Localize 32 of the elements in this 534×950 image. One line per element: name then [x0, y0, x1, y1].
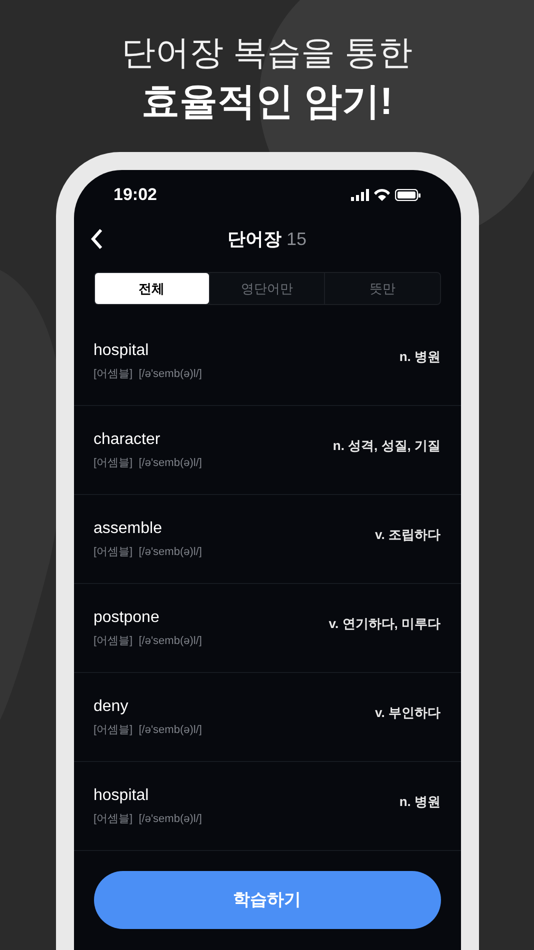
pronunciation-text: [어셈블] [/ə'semb(ə)l/] — [94, 456, 202, 471]
page-title: 단어장 — [227, 228, 282, 250]
signal-icon — [350, 189, 368, 201]
meaning-text: v. 조립하다 — [375, 526, 440, 544]
meaning-text: n. 성격, 성질, 기질 — [332, 437, 440, 456]
meaning-text: v. 부인하다 — [375, 704, 440, 722]
word-count: 15 — [286, 228, 307, 250]
filter-tab[interactable]: 뜻만 — [324, 273, 440, 304]
word-text: assemble — [94, 518, 163, 539]
back-icon — [90, 228, 104, 250]
back-button[interactable] — [90, 228, 104, 250]
meaning-text: n. 병원 — [399, 348, 440, 366]
word-text: character — [94, 430, 162, 450]
pronunciation-text: [어셈블] [/ə'semb(ə)l/] — [94, 634, 202, 649]
study-button[interactable]: 학습하기 — [94, 871, 440, 929]
wifi-icon — [374, 189, 390, 201]
filter-tab[interactable]: 영단어만 — [208, 273, 324, 304]
battery-icon — [394, 189, 420, 201]
status-time: 19:02 — [114, 184, 157, 206]
pronunciation-text: [어셈블] [/ə'semb(ə)l/] — [94, 366, 202, 382]
filter-tab[interactable]: 전체 — [94, 273, 209, 304]
headline-text: 단어장 복습을 통한 — [122, 33, 412, 74]
pronunciation-text: [어셈블] [/ə'semb(ə)l/] — [94, 722, 202, 738]
word-text: hospital — [94, 786, 150, 806]
headline-bold-text: 효율적인 암기! — [141, 80, 393, 125]
meaning-text: n. 병원 — [399, 793, 440, 812]
meaning-text: v. 연기하다, 미루다 — [328, 615, 440, 634]
word-text: postpone — [94, 608, 160, 628]
word-text: hospital — [94, 340, 150, 361]
pronunciation-text: [어셈블] [/ə'semb(ə)l/] — [94, 544, 202, 560]
word-text: deny — [94, 696, 130, 717]
pronunciation-text: [어셈블] [/ə'semb(ə)l/] — [94, 812, 202, 827]
